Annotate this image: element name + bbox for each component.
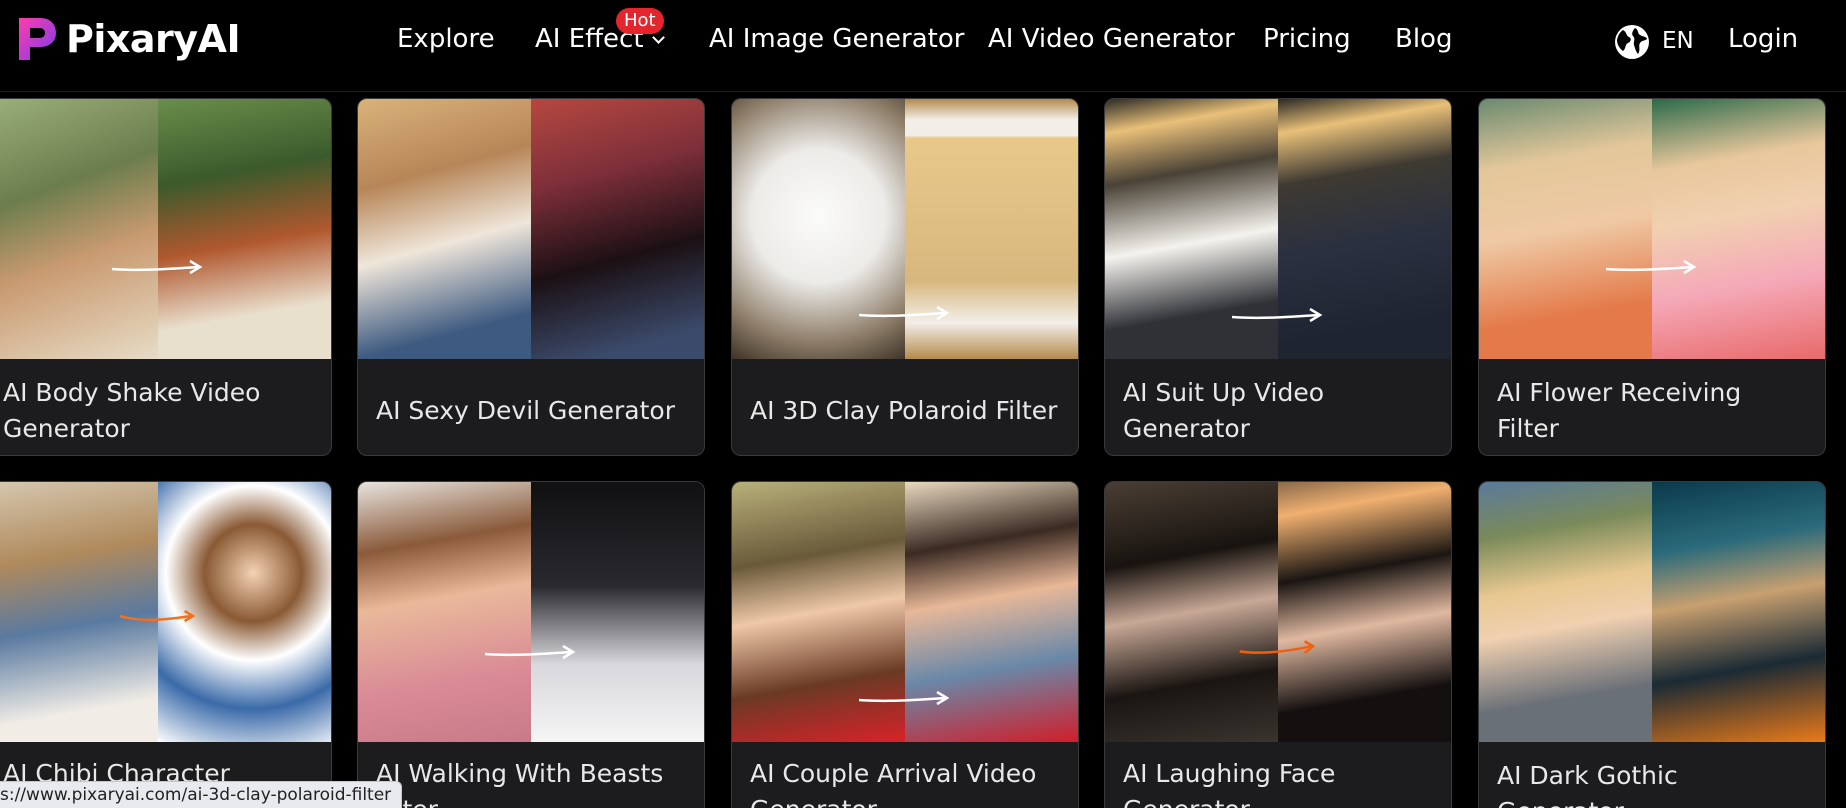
transform-arrow-icon [1239,640,1316,654]
card-title: AI Body Shake Video Generator [3,378,261,443]
browser-status-url: s://www.pixaryai.com/ai-3d-clay-polaroid… [0,781,403,808]
globe-icon[interactable] [1614,24,1650,60]
card-thumbnail [1479,482,1825,742]
top-navbar: PixaryAI Explore AI Effect Hot AI Image … [0,0,1846,92]
effect-card[interactable]: AI Flower Receiving Filter [1478,98,1826,456]
effect-card[interactable]: AI Suit Up Video Generator [1104,98,1452,456]
card-thumbnail [0,482,331,742]
card-title: AI Laughing Face Generator [1123,759,1336,808]
card-thumbnail [358,99,704,359]
language-selector[interactable]: EN [1662,28,1694,54]
transform-arrow-icon [484,644,576,660]
card-title: AI Couple Arrival Video Generator [750,759,1037,808]
nav-ai-video-generator[interactable]: AI Video Generator [988,24,1235,54]
effect-card[interactable]: AI Dark Gothic Generator [1478,481,1826,808]
card-thumbnail [732,482,1078,742]
card-title: AI Sexy Devil Generator [376,396,675,425]
effect-card[interactable]: AI Walking With Beasts Filter [357,481,705,808]
login-button[interactable]: Login [1728,24,1798,54]
nav-ai-image-generator[interactable]: AI Image Generator [709,24,964,54]
card-thumbnail [358,482,704,742]
transform-arrow-icon [119,609,196,623]
card-thumbnail [732,99,1078,359]
effect-card[interactable]: AI Couple Arrival Video Generator [731,481,1079,808]
transform-arrow-icon [1605,259,1697,275]
card-title: AI Suit Up Video Generator [1123,378,1324,443]
card-title: AI Walking With Beasts Filter [376,759,664,808]
hot-badge: Hot [616,8,664,34]
nav-pricing[interactable]: Pricing [1263,24,1351,54]
main-nav: Explore AI Effect Hot AI Image Generator… [0,0,1846,84]
card-thumbnail [1479,99,1825,359]
transform-arrow-icon [858,305,950,321]
card-thumbnail [1105,99,1451,359]
card-title: AI Dark Gothic Generator [1497,761,1678,808]
effect-card[interactable]: AI Body Shake Video Generator [0,98,332,456]
nav-explore[interactable]: Explore [397,24,495,54]
nav-blog[interactable]: Blog [1395,24,1452,54]
card-thumbnail [1105,482,1451,742]
card-title: AI Flower Receiving Filter [1497,378,1742,443]
transform-arrow-icon [858,690,950,706]
effect-card[interactable]: AI Chibi Character [0,481,332,808]
transform-arrow-icon [1231,307,1323,323]
card-thumbnail [0,99,331,359]
transform-arrow-icon [111,259,203,275]
effect-card[interactable]: AI Laughing Face Generator [1104,481,1452,808]
card-title: AI 3D Clay Polaroid Filter [750,396,1058,425]
effect-card[interactable]: AI 3D Clay Polaroid Filter [731,98,1079,456]
effect-card[interactable]: AI Sexy Devil Generator [357,98,705,456]
